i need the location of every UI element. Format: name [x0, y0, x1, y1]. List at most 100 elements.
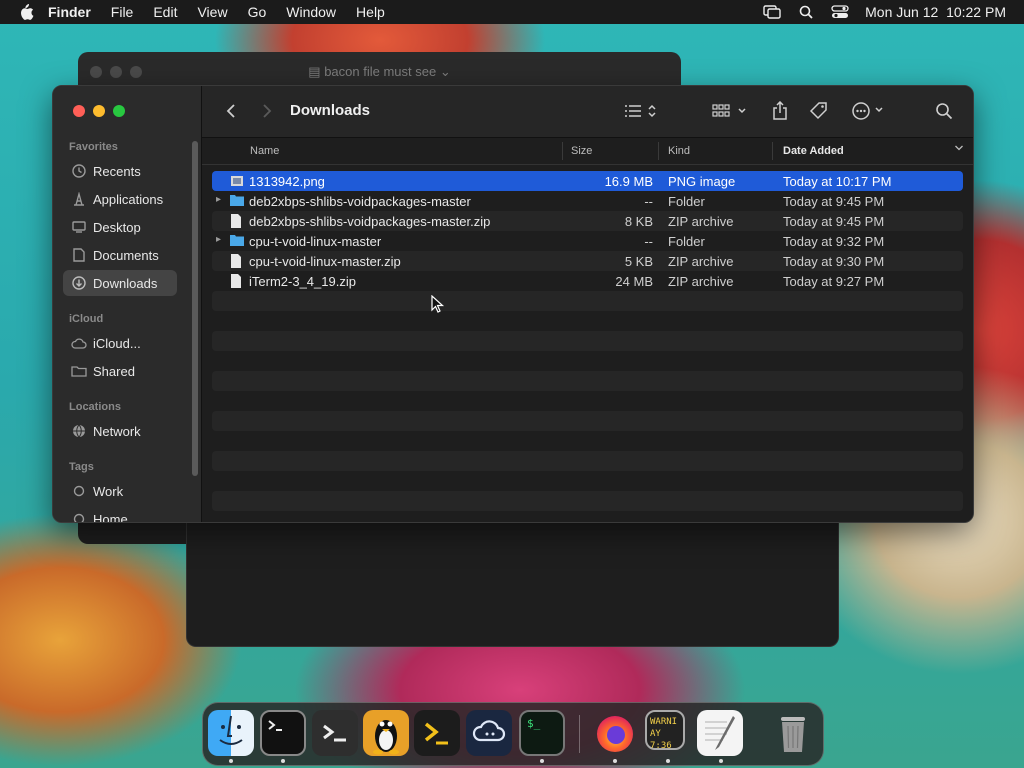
sidebar-item-tag-work[interactable]: Work [63, 478, 177, 504]
menu-clock[interactable]: Mon Jun 12 10:22 PM [865, 4, 1006, 20]
menu-app-name[interactable]: Finder [48, 4, 91, 20]
dock-cloud-app-icon[interactable] [466, 710, 512, 756]
column-header-kind[interactable]: Kind [668, 145, 690, 157]
file-name: cpu-t-void-linux-master [249, 234, 382, 249]
dock-terminal-green-icon[interactable]: $_ [519, 710, 565, 756]
running-indicator [540, 759, 544, 763]
ellipsis-circle-icon [852, 102, 883, 120]
sidebar-section-favorites: Favorites [69, 141, 118, 153]
globe-icon [71, 423, 87, 439]
sidebar-item-network[interactable]: Network [63, 418, 177, 444]
file-kind: ZIP archive [668, 214, 734, 229]
table-row[interactable]: cpu-t-void-linux-master.zip 5 KB ZIP arc… [212, 251, 963, 271]
chevron-right-icon [263, 104, 272, 118]
running-indicator [229, 759, 233, 763]
file-kind: ZIP archive [668, 254, 734, 269]
sidebar-item-icloud-drive[interactable]: iCloud... [63, 330, 177, 356]
file-date-added: Today at 9:32 PM [783, 234, 885, 249]
sidebar-item-tag-home[interactable]: Home [63, 506, 177, 522]
sidebar-item-downloads[interactable]: Downloads [63, 270, 177, 296]
file-date-added: Today at 9:45 PM [783, 214, 885, 229]
back-button[interactable] [222, 99, 240, 123]
dock-firefox-icon[interactable] [592, 710, 638, 756]
file-size: -- [644, 194, 653, 209]
sidebar-item-documents[interactable]: Documents [63, 242, 177, 268]
forward-button[interactable] [258, 99, 276, 123]
disclosure-triangle-icon[interactable]: ▸ [216, 194, 226, 208]
sidebar-item-recents[interactable]: Recents [63, 158, 177, 184]
dock-finder-icon[interactable] [208, 710, 254, 756]
menu-go[interactable]: Go [248, 4, 267, 20]
dock-trash-icon[interactable] [770, 710, 816, 756]
sidebar-item-label: Documents [93, 247, 159, 263]
dock-textedit-icon[interactable] [697, 710, 743, 756]
dock-terminal-icon[interactable] [260, 710, 306, 756]
table-row[interactable]: iTerm2-3_4_19.zip 24 MB ZIP archive Toda… [212, 271, 963, 291]
file-date-added: Today at 9:27 PM [783, 274, 885, 289]
sidebar-item-desktop[interactable]: Desktop [63, 214, 177, 240]
dock: $_ WARNI AY 7:36 [202, 702, 824, 766]
empty-row [212, 391, 963, 411]
empty-row [212, 471, 963, 491]
sidebar-item-label: Shared [93, 363, 135, 379]
running-indicator [613, 759, 617, 763]
background-window-body[interactable] [186, 520, 839, 647]
sidebar-item-applications[interactable]: Applications [63, 186, 177, 212]
tags-button[interactable] [808, 99, 830, 123]
sidebar-scrollbar[interactable] [192, 141, 198, 476]
column-header-date-added[interactable]: Date Added [783, 145, 844, 157]
window-title: Downloads [290, 102, 371, 119]
apple-menu-icon[interactable] [18, 3, 36, 21]
menu-edit[interactable]: Edit [153, 4, 177, 20]
zip-file-icon [230, 274, 244, 288]
table-row[interactable]: deb2xbps-shlibs-voidpackages-master.zip … [212, 211, 963, 231]
spotlight-search-icon[interactable] [797, 4, 815, 20]
dock-console-icon[interactable]: WARNI AY 7:36 [645, 710, 685, 751]
search-icon [936, 103, 953, 120]
menu-help[interactable]: Help [356, 4, 385, 20]
menu-file[interactable]: File [111, 4, 134, 20]
column-separator[interactable] [562, 142, 563, 160]
file-kind: ZIP archive [668, 274, 734, 289]
share-icon [773, 101, 787, 120]
dock-tux-icon[interactable] [363, 710, 409, 756]
column-header-size[interactable]: Size [571, 145, 592, 157]
column-header-name[interactable]: Name [250, 145, 279, 157]
chevron-left-icon [226, 104, 235, 118]
screen-mirroring-icon[interactable] [763, 4, 781, 20]
document-icon: ▤ [308, 64, 325, 79]
sidebar-item-label: Downloads [93, 275, 158, 291]
group-by-button[interactable] [712, 99, 750, 123]
file-size: -- [644, 234, 653, 249]
file-date-added: Today at 9:45 PM [783, 194, 885, 209]
menu-view[interactable]: View [197, 4, 227, 20]
close-button[interactable] [73, 105, 85, 117]
sidebar-item-label: Recents [93, 163, 141, 179]
sidebar-item-shared[interactable]: Shared [63, 358, 177, 384]
running-indicator [719, 759, 723, 763]
dock-prompt-icon[interactable] [414, 710, 460, 756]
table-row[interactable]: 1313942.png 16.9 MB PNG image Today at 1… [212, 171, 963, 191]
dock-powershell-icon[interactable] [312, 710, 358, 756]
empty-row [212, 331, 963, 351]
background-window-title: ▤ bacon file must see ⌄ [308, 64, 451, 79]
control-center-icon[interactable] [831, 4, 849, 20]
column-separator[interactable] [772, 142, 773, 160]
more-actions-button[interactable] [850, 99, 890, 123]
empty-row [212, 351, 963, 371]
tag-circle-icon [71, 511, 87, 522]
table-row[interactable]: ▸ cpu-t-void-linux-master -- Folder Toda… [212, 231, 963, 251]
search-button[interactable] [934, 99, 954, 123]
minimize-button[interactable] [93, 105, 105, 117]
file-name: 1313942.png [249, 174, 325, 189]
disclosure-triangle-icon[interactable]: ▸ [216, 234, 226, 248]
view-mode-list-button[interactable] [622, 99, 660, 123]
sort-chevron-icon[interactable] [954, 143, 964, 156]
column-separator[interactable] [658, 142, 659, 160]
menu-bar: Finder File Edit View Go Window Help Mon… [0, 0, 1024, 24]
table-row[interactable]: ▸ deb2xbps-shlibs-voidpackages-master --… [212, 191, 963, 211]
share-button[interactable] [770, 99, 790, 123]
zoom-button[interactable] [113, 105, 125, 117]
file-size: 8 KB [624, 214, 653, 229]
menu-window[interactable]: Window [286, 4, 336, 20]
